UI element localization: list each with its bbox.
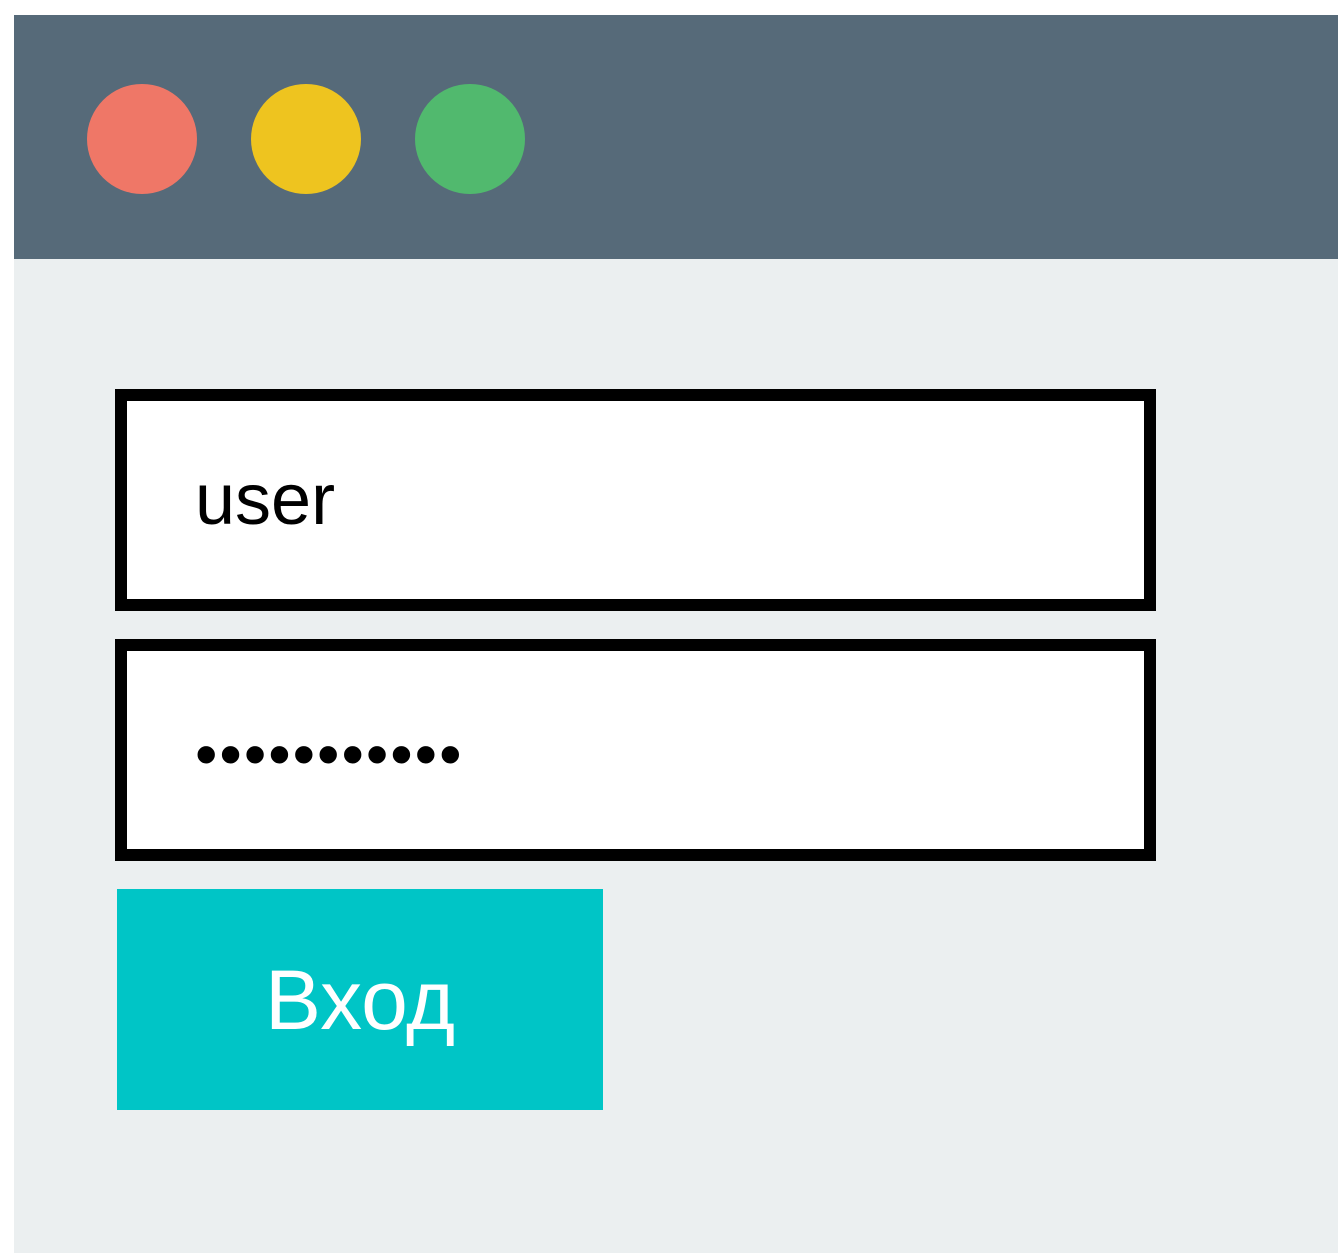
username-value: user bbox=[195, 460, 336, 540]
minimize-window-button[interactable] bbox=[251, 84, 361, 194]
title-bar bbox=[14, 15, 1338, 259]
password-value: ••••••••••• bbox=[195, 718, 464, 790]
login-button[interactable]: Вход bbox=[117, 889, 603, 1110]
login-button-label: Вход bbox=[264, 952, 456, 1047]
password-field[interactable]: ••••••••••• bbox=[115, 639, 1156, 861]
close-window-button[interactable] bbox=[87, 84, 197, 194]
browser-window: user ••••••••••• Вход bbox=[14, 15, 1338, 1253]
maximize-window-button[interactable] bbox=[415, 84, 525, 194]
username-field[interactable]: user bbox=[115, 389, 1156, 611]
